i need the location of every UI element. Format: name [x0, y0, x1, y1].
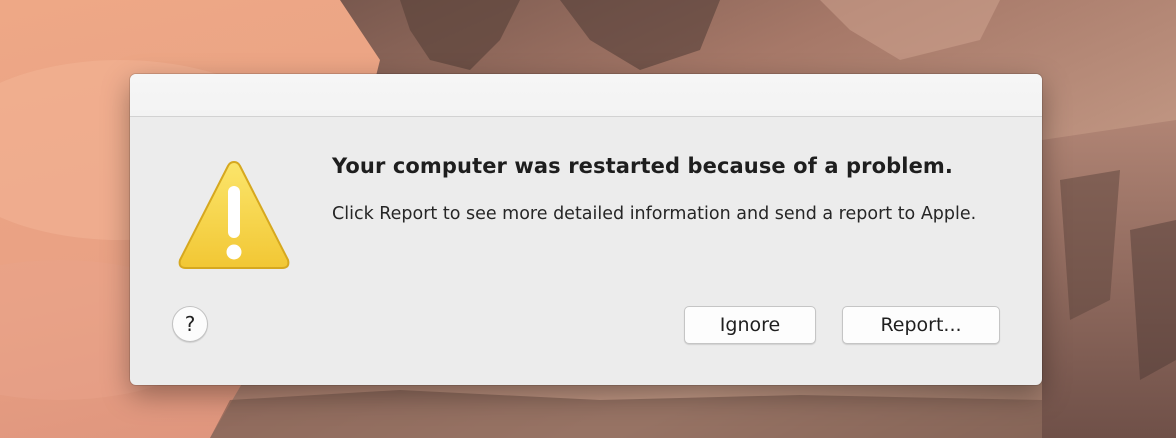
desktop: Your computer was restarted because of a…: [0, 0, 1176, 438]
crash-alert-dialog: Your computer was restarted because of a…: [130, 74, 1042, 385]
dialog-titlebar: [130, 74, 1042, 117]
alert-message: Click Report to see more detailed inform…: [332, 204, 977, 224]
question-mark-icon: ?: [184, 312, 196, 336]
ignore-button[interactable]: Ignore: [684, 306, 816, 344]
report-button[interactable]: Report...: [842, 306, 1000, 344]
caution-triangle-icon: [178, 160, 290, 269]
alert-title: Your computer was restarted because of a…: [332, 154, 953, 178]
help-button[interactable]: ?: [172, 306, 208, 342]
